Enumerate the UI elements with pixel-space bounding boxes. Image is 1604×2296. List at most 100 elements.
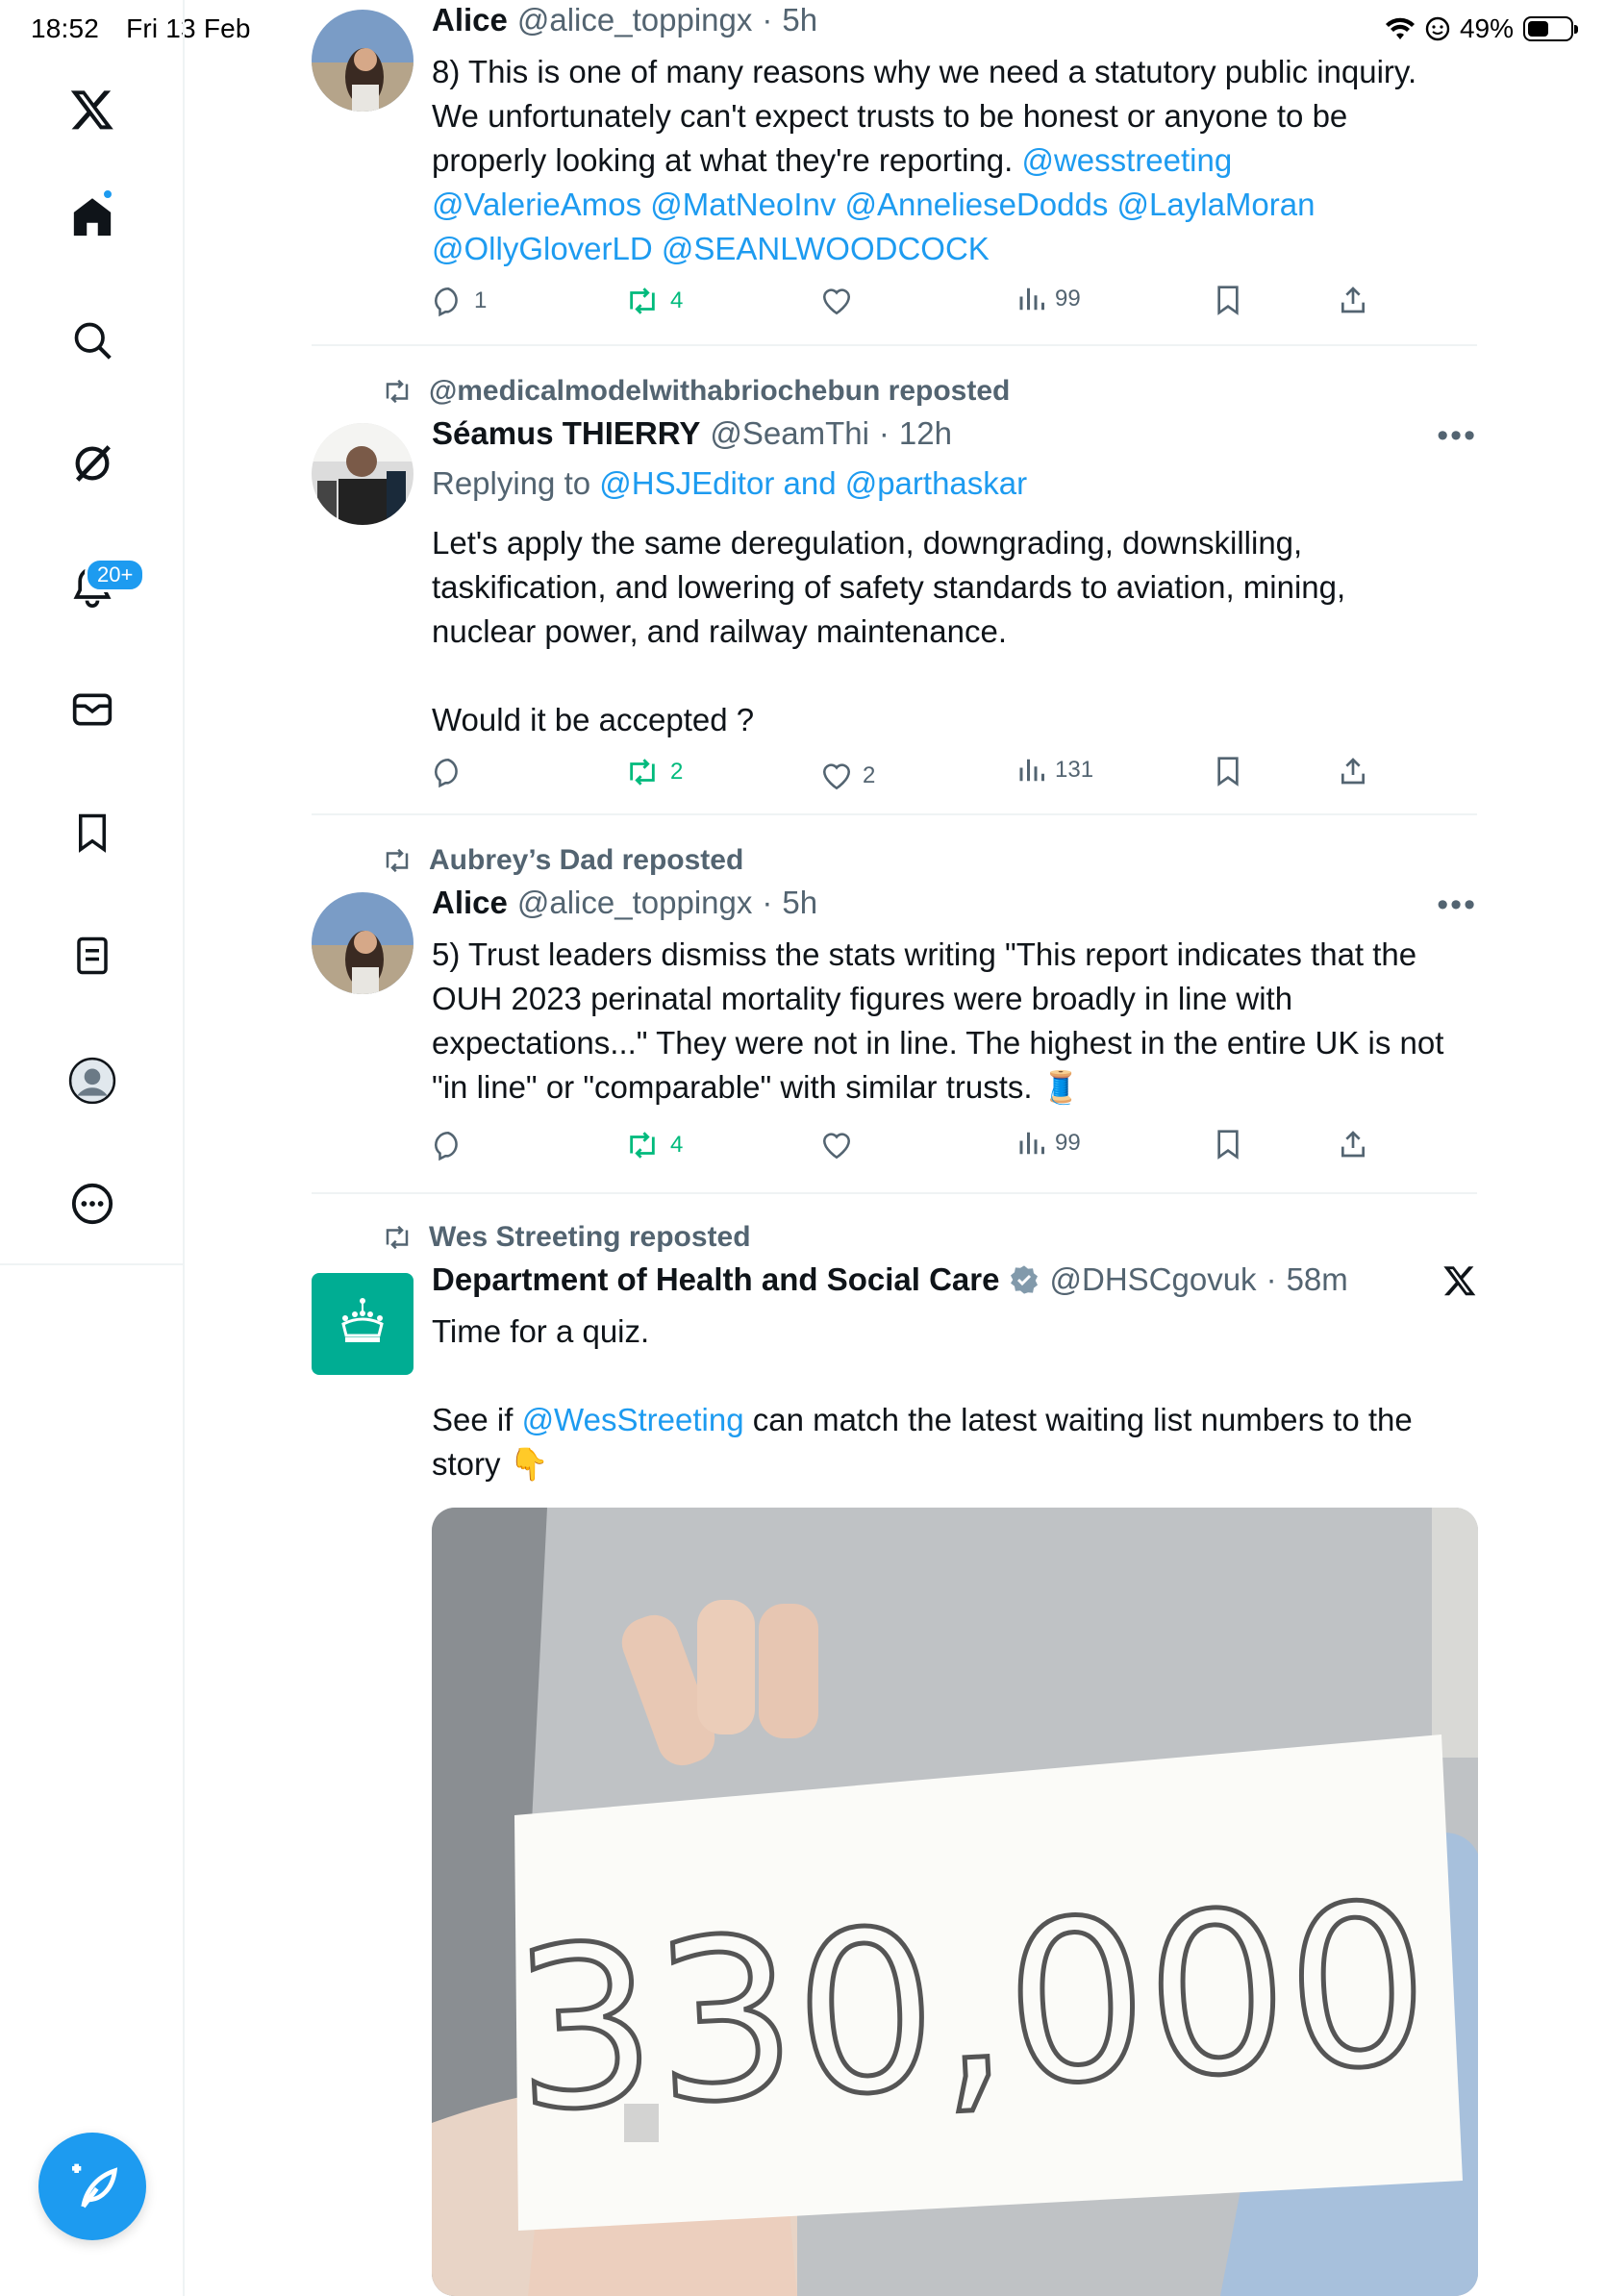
tweet-text: Time for a quiz. See if @WesStreeting ca… <box>432 1310 1480 1486</box>
tweet-time[interactable]: 12h <box>899 415 952 452</box>
x-logo-icon[interactable] <box>1442 1263 1477 1303</box>
repost-context-label[interactable]: @medicalmodelwithabriochebun reposted <box>429 375 1010 408</box>
avatar[interactable] <box>312 10 414 112</box>
mail-icon[interactable] <box>63 681 121 738</box>
x-logo-icon[interactable] <box>63 81 121 138</box>
repost-icon <box>630 287 655 314</box>
share-button[interactable] <box>1338 285 1368 315</box>
grok-icon[interactable] <box>63 435 121 492</box>
text-span: can match the latest waiting list number… <box>743 1402 1413 1437</box>
text-line: Would it be accepted ? <box>432 702 755 737</box>
replying-to: Replying to @HSJEditor and @parthaskar <box>432 465 1027 502</box>
author-name[interactable]: Department of Health and Social Care <box>432 1261 999 1298</box>
like-button[interactable] <box>820 1129 863 1161</box>
reply-button[interactable] <box>432 756 474 788</box>
wifi-icon <box>1385 17 1415 39</box>
reply-icon <box>434 758 458 788</box>
focus-icon <box>1425 16 1450 41</box>
battery-fill <box>1528 21 1548 37</box>
like-button[interactable]: 2 <box>820 760 875 792</box>
dot-separator: · <box>762 2 773 37</box>
tweet-media-image[interactable]: 330,000 <box>432 1508 1478 2296</box>
replying-to-links[interactable]: @HSJEditor and @parthaskar <box>599 465 1027 501</box>
dot-separator: · <box>878 415 890 451</box>
list-icon[interactable] <box>63 927 121 985</box>
reply-button[interactable]: 1 <box>432 285 487 317</box>
tweet-time[interactable]: 5h <box>782 2 817 38</box>
views-button[interactable]: 99 <box>1016 1129 1081 1158</box>
like-button[interactable] <box>820 285 863 317</box>
reply-button[interactable] <box>432 1129 474 1161</box>
author-handle[interactable]: @SeamThi <box>710 415 869 452</box>
bookmark-icon <box>1217 1130 1239 1160</box>
author-handle[interactable]: @alice_toppingx <box>517 2 753 38</box>
bookmark-button[interactable] <box>1213 285 1243 315</box>
views-count: 99 <box>1055 1130 1081 1156</box>
bookmark-icon[interactable] <box>63 804 121 861</box>
author-name[interactable]: Alice <box>432 2 508 38</box>
author-handle[interactable]: @alice_toppingx <box>517 885 753 921</box>
text-line: 5) Trust leaders dismiss the stats writi… <box>432 936 1417 972</box>
tweet-text: 5) Trust leaders dismiss the stats writi… <box>432 933 1480 1110</box>
mention-link[interactable]: @WesStreeting <box>522 1402 744 1437</box>
views-button[interactable]: 131 <box>1016 756 1093 785</box>
dhsc-logo[interactable] <box>312 1273 414 1375</box>
tweet-time[interactable]: 58m <box>1287 1261 1348 1298</box>
text-line: OUH 2023 perinatal mortality figures wer… <box>432 981 1293 1016</box>
author-name[interactable]: Alice <box>432 885 508 921</box>
tweet-divider <box>312 344 1477 346</box>
repost-icon <box>630 1132 655 1159</box>
bookmark-icon <box>1217 286 1239 315</box>
compose-icon <box>72 2163 118 2209</box>
author-handle[interactable]: @DHSCgovuk <box>1049 1261 1256 1298</box>
avatar[interactable] <box>312 892 414 994</box>
mention-links[interactable]: @ValerieAmos @MatNeoInv @AnnelieseDodds … <box>432 183 1480 227</box>
repost-count: 2 <box>670 759 684 785</box>
status-bar-right: 49% <box>1385 13 1578 44</box>
share-button[interactable] <box>1338 756 1368 786</box>
battery-percent: 49% <box>1459 13 1514 43</box>
repost-count: 4 <box>670 287 684 313</box>
avatar-icon[interactable] <box>63 1052 121 1110</box>
share-icon <box>1341 287 1365 313</box>
avatar[interactable] <box>312 423 414 525</box>
repost-context: @medicalmodelwithabriochebun reposted <box>381 375 1010 408</box>
tweet-actions: 1 4 99 <box>432 285 1393 327</box>
mention-links[interactable]: @OllyGloverLD @SEANLWOODCOCK <box>432 227 1480 271</box>
author-name[interactable]: Séamus THIERRY <box>432 415 700 452</box>
views-button[interactable]: 99 <box>1016 285 1081 313</box>
tweet-text: Let's apply the same deregulation, downg… <box>432 521 1480 742</box>
more-icon[interactable] <box>63 1175 121 1233</box>
sidebar: 20+ <box>0 0 185 2296</box>
compose-button[interactable] <box>38 2133 146 2240</box>
more-options-icon[interactable]: ••• <box>1437 886 1477 924</box>
share-icon <box>1341 758 1365 785</box>
home-notification-dot <box>102 188 113 200</box>
views-icon <box>1019 1132 1044 1155</box>
repost-button[interactable]: 2 <box>624 756 683 788</box>
repost-context-label[interactable]: Wes Streeting reposted <box>429 1221 751 1254</box>
heart-icon <box>822 763 851 790</box>
text-line: Let's apply the same deregulation, downg… <box>432 525 1303 561</box>
text-line: See if @WesStreeting can match the lates… <box>432 1398 1480 1442</box>
text-line: "in line" or "comparable" with similar t… <box>432 1069 1081 1105</box>
bookmark-button[interactable] <box>1213 1129 1243 1160</box>
tweet-time[interactable]: 5h <box>782 885 817 921</box>
bookmark-button[interactable] <box>1213 756 1243 786</box>
text-line: We unfortunately can't expect trusts to … <box>432 98 1348 134</box>
more-options-icon[interactable]: ••• <box>1437 417 1477 455</box>
views-count: 131 <box>1055 757 1094 783</box>
tweet-header: Alice @alice_toppingx · 5h <box>432 885 817 921</box>
repost-context-label[interactable]: Aubrey’s Dad reposted <box>429 844 743 877</box>
repost-button[interactable]: 4 <box>624 1129 683 1161</box>
mention-link[interactable]: @wesstreeting <box>1021 142 1232 178</box>
search-icon[interactable] <box>63 312 121 369</box>
tweet-header: Séamus THIERRY @SeamThi · 12h <box>432 415 952 452</box>
heart-icon <box>822 288 851 315</box>
repost-button[interactable]: 4 <box>624 285 683 317</box>
battery-icon <box>1523 16 1578 41</box>
tweet-header: Department of Health and Social Care @DH… <box>432 1261 1348 1298</box>
share-button[interactable] <box>1338 1129 1368 1160</box>
